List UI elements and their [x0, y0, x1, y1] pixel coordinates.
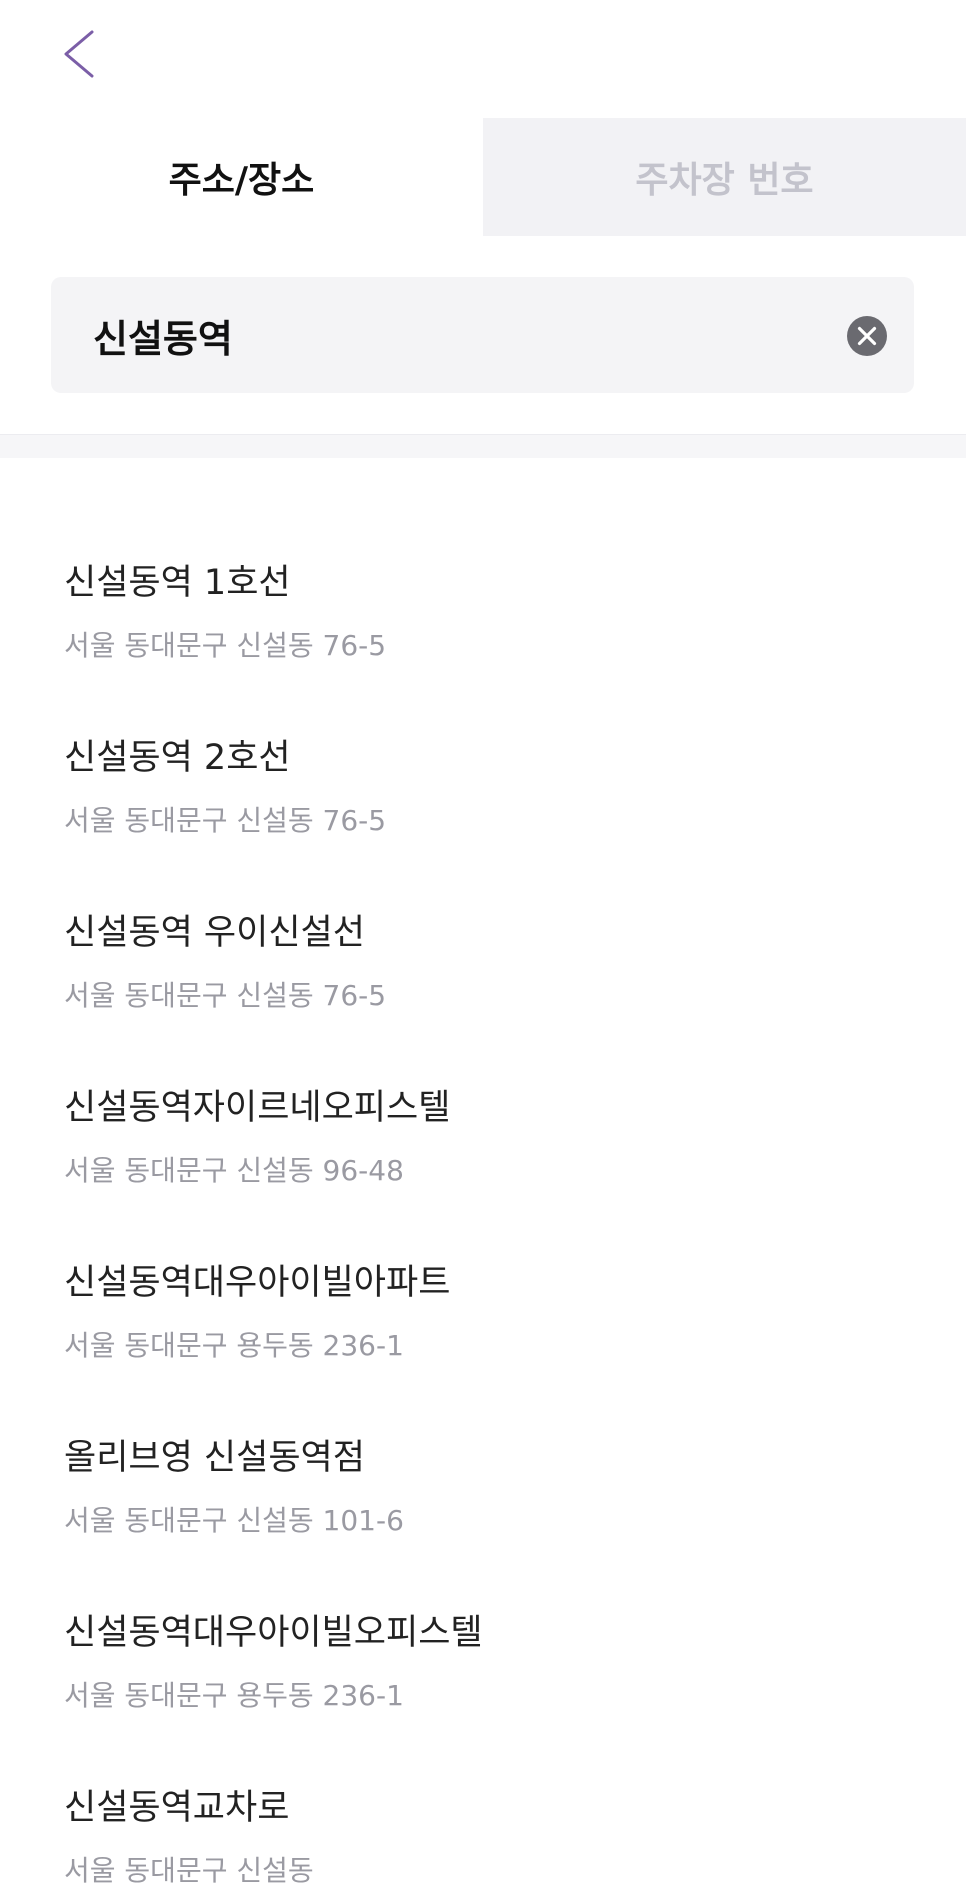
search-input[interactable]: [93, 277, 793, 393]
result-address: 서울 동대문구 신설동: [64, 1854, 314, 1887]
result-name: 신설동역대우아이빌아파트: [64, 1263, 451, 1303]
tab-label: 주소/장소: [168, 160, 315, 201]
tab-parking-number[interactable]: 주차장 번호: [483, 118, 966, 236]
result-item[interactable]: 신설동역교차로 서울 동대문구 신설동: [0, 1683, 966, 1885]
result-item[interactable]: 신설동역대우아이빌아파트 서울 동대문구 용두동 236-1: [0, 1158, 966, 1360]
tab-address-place[interactable]: 주소/장소: [0, 118, 483, 236]
result-name: 신설동역대우아이빌오피스텔: [64, 1613, 483, 1653]
tab-label: 주차장 번호: [635, 160, 814, 201]
result-name: 신설동역 2호선: [64, 738, 291, 778]
result-item[interactable]: 신설동역 2호선 서울 동대문구 신설동 76-5: [0, 633, 966, 835]
result-item[interactable]: 신설동역 1호선 서울 동대문구 신설동 76-5: [0, 458, 966, 660]
section-divider: [0, 434, 966, 458]
result-item[interactable]: 신설동역자이르네오피스텔 서울 동대문구 신설동 96-48: [0, 983, 966, 1185]
result-item[interactable]: 올리브영 신설동역점 서울 동대문구 신설동 101-6: [0, 1333, 966, 1535]
clear-circle-icon: [847, 316, 887, 356]
result-name: 신설동역 우이신설선: [64, 913, 365, 953]
search-type-tabs: 주소/장소 주차장 번호: [0, 118, 966, 236]
top-bar: [0, 0, 966, 118]
back-button[interactable]: [54, 24, 114, 84]
result-item[interactable]: 신설동역대우아이빌오피스텔 서울 동대문구 용두동 236-1: [0, 1508, 966, 1710]
clear-search-button[interactable]: [847, 316, 887, 356]
result-name: 신설동역교차로: [64, 1788, 290, 1828]
result-name: 신설동역 1호선: [64, 563, 291, 603]
result-item[interactable]: 신설동역 우이신설선 서울 동대문구 신설동 76-5: [0, 808, 966, 1010]
chevron-left-icon: [54, 24, 114, 84]
search-box: [51, 277, 914, 393]
result-name: 올리브영 신설동역점: [64, 1438, 365, 1478]
result-name: 신설동역자이르네오피스텔: [64, 1088, 451, 1128]
